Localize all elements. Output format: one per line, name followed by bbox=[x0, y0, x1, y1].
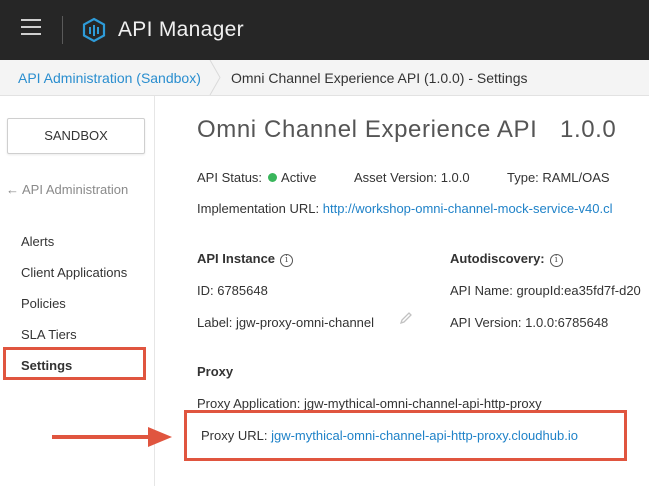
app-title: API Manager bbox=[118, 18, 244, 41]
back-link-label: API Administration bbox=[22, 182, 129, 197]
api-type: Type: RAML/OAS bbox=[507, 170, 610, 185]
api-version-title: 1.0.0 bbox=[560, 116, 617, 143]
api-instance-heading: API Instance i bbox=[197, 251, 294, 267]
proxy-heading: Proxy bbox=[197, 364, 234, 379]
autodiscovery-api-name: API Name: groupId:ea35fd7f-d20 bbox=[450, 283, 641, 298]
breadcrumb-current: Omni Channel Experience API (1.0.0) - Se… bbox=[231, 70, 528, 86]
instance-id: ID: 6785648 bbox=[197, 283, 268, 298]
implementation-url-link[interactable]: http://workshop-omni-channel-mock-servic… bbox=[323, 201, 613, 216]
sidebar-item-alerts[interactable]: Alerts bbox=[21, 234, 54, 249]
status-active-icon bbox=[268, 173, 278, 182]
top-bar: API Manager bbox=[0, 0, 649, 60]
breadcrumb: API Administration (Sandbox) Omni Channe… bbox=[0, 60, 649, 96]
api-status: API Status: Active bbox=[197, 170, 316, 185]
environment-button[interactable]: SANDBOX bbox=[7, 118, 145, 154]
info-icon[interactable]: i bbox=[280, 254, 294, 267]
implementation-url-row: Implementation URL: http://workshop-omni… bbox=[197, 201, 612, 216]
api-status-value: Active bbox=[281, 170, 317, 185]
edit-label-icon[interactable] bbox=[399, 311, 413, 325]
back-to-api-administration-link[interactable]: ← API Administration bbox=[6, 182, 128, 197]
autodiscovery-heading: Autodiscovery: i bbox=[450, 251, 563, 267]
breadcrumb-root-link[interactable]: API Administration (Sandbox) bbox=[18, 70, 201, 86]
divider bbox=[62, 16, 63, 44]
page-title: Omni Channel Experience API bbox=[197, 116, 538, 143]
main-content: Omni Channel Experience API 1.0.0 API St… bbox=[155, 96, 649, 486]
instance-label: Label: jgw-proxy-omni-channel bbox=[197, 315, 375, 330]
back-arrow-icon: ← bbox=[6, 182, 19, 197]
proxy-url-link[interactable]: jgw-mythical-omni-channel-api-http-proxy… bbox=[271, 428, 578, 443]
api-status-label: API Status: bbox=[197, 170, 263, 185]
annotation-arrow-icon bbox=[52, 427, 172, 447]
asset-version: Asset Version: 1.0.0 bbox=[354, 170, 470, 185]
sidebar-item-client-applications[interactable]: Client Applications bbox=[21, 265, 127, 280]
info-icon[interactable]: i bbox=[549, 254, 563, 267]
breadcrumb-separator-icon bbox=[209, 60, 221, 95]
sidebar-item-sla-tiers[interactable]: SLA Tiers bbox=[21, 327, 77, 342]
api-instance-title: API Instance bbox=[197, 251, 276, 266]
autodiscovery-title: Autodiscovery: bbox=[450, 251, 545, 266]
proxy-url-highlight-box: Proxy URL: jgw-mythical-omni-channel-api… bbox=[184, 410, 627, 461]
menu-icon[interactable] bbox=[21, 19, 41, 35]
proxy-url-row: Proxy URL: jgw-mythical-omni-channel-api… bbox=[201, 428, 578, 443]
sidebar-item-policies[interactable]: Policies bbox=[21, 296, 66, 311]
proxy-application: Proxy Application: jgw-mythical-omni-cha… bbox=[197, 396, 542, 411]
autodiscovery-api-version: API Version: 1.0.0:6785648 bbox=[450, 315, 609, 330]
implementation-url-label: Implementation URL: bbox=[197, 201, 320, 216]
settings-highlight-box bbox=[3, 347, 146, 380]
proxy-url-label: Proxy URL: bbox=[201, 428, 268, 443]
api-manager-logo-icon bbox=[82, 17, 106, 43]
